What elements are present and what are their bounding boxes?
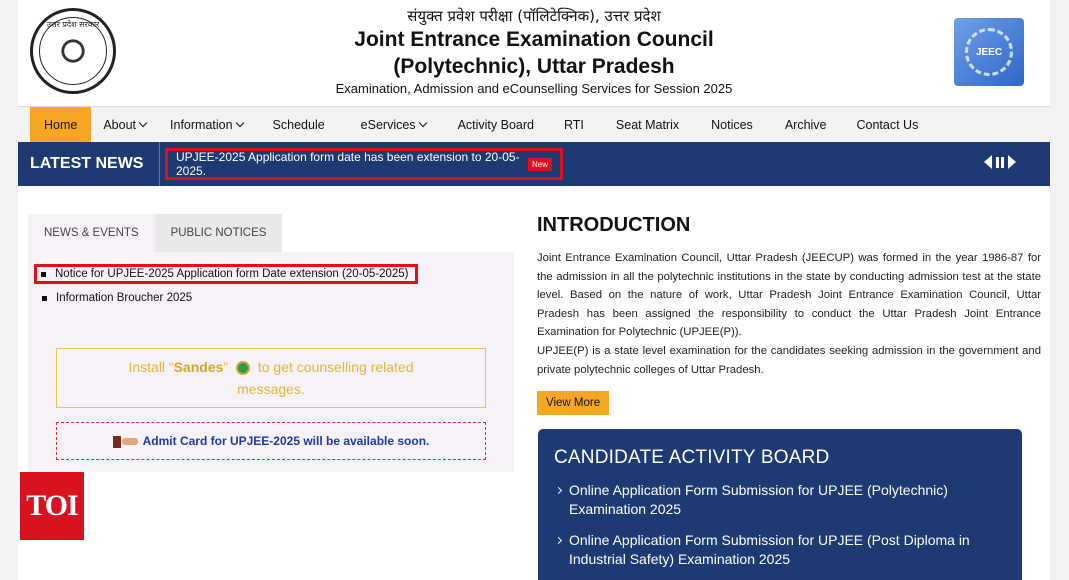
nav-eservices[interactable]: eServices [349, 107, 446, 143]
activity-board-title: CANDIDATE ACTIVITY BOARD [554, 447, 830, 468]
site-title-line2: (Polytechnic), Uttar Pradesh [393, 55, 675, 78]
tab-public-notices[interactable]: PUBLIC NOTICES [154, 214, 283, 252]
hindi-title: संयुक्त प्रवेश परीक्षा (पॉलिटेक्निक), उत… [407, 7, 661, 25]
nav-notices[interactable]: Notices [699, 107, 773, 143]
nav-archive[interactable]: Archive [773, 107, 845, 143]
toi-watermark-logo: TOI [20, 472, 84, 540]
nav-about[interactable]: About [91, 107, 158, 143]
introduction-paragraph-1: Joint Entrance Examination Council, Utta… [537, 252, 1041, 339]
bullet-icon [41, 271, 46, 277]
nav-schedule[interactable]: Schedule [255, 107, 349, 143]
latest-news-bar: LATEST NEWS UPJEE-2025 Application form … [18, 142, 1050, 186]
list-item[interactable]: Online Application Form Submission for U… [554, 531, 1006, 569]
notice-highlight-box: Notice for UPJEE-2025 Application form D… [34, 264, 418, 284]
introduction-section: INTRODUCTION Joint Entrance Examination … [537, 214, 1041, 416]
latest-news-item[interactable]: UPJEE-2025 Application form date has bee… [165, 148, 563, 180]
next-icon[interactable] [1008, 155, 1016, 169]
pointing-hand-icon [112, 434, 139, 448]
nav-information[interactable]: Information [158, 107, 255, 143]
chevron-right-icon [554, 486, 563, 495]
jeec-logo-icon: JEEC [954, 18, 1024, 86]
sandes-app-name: Sandes [173, 359, 224, 375]
candidate-activity-board: CANDIDATE ACTIVITY BOARD Online Applicat… [538, 429, 1022, 580]
nav-contact-us[interactable]: Contact Us [845, 107, 931, 143]
sandes-banner: Install “Sandes” to get counselling rela… [56, 348, 486, 408]
admit-card-text: Admit Card for UPJEE-2025 will be availa… [142, 434, 430, 448]
chevron-down-icon [418, 118, 427, 127]
nav-rti[interactable]: RTI [552, 107, 604, 143]
notice-link[interactable]: Notice for UPJEE-2025 Application form D… [55, 268, 409, 280]
latest-news-label: LATEST NEWS [18, 142, 160, 186]
site-title-block: संयुक्त प्रवेश परीक्षा (पॉलिटेक्निक), उत… [18, 6, 1050, 96]
new-badge: New [527, 157, 552, 171]
latest-news-text: UPJEE-2025 Application form date has bee… [176, 150, 520, 178]
news-controls [984, 155, 1016, 169]
notice-list: Notice for UPJEE-2025 Application form D… [28, 252, 514, 308]
notice-link[interactable]: Information Broucher 2025 [56, 292, 192, 304]
list-item[interactable]: Online Application Form Submission for U… [554, 481, 1006, 519]
chevron-down-icon [138, 118, 148, 127]
pause-icon[interactable] [996, 156, 1004, 168]
nav-home[interactable]: Home [30, 106, 92, 143]
page: उत्तर प्रदेश सरकार संयुक्त प्रवेश परीक्ष… [18, 0, 1050, 580]
introduction-title: INTRODUCTION [537, 214, 691, 236]
chevron-right-icon [554, 536, 563, 545]
list-item[interactable]: Notice for UPJEE-2025 Application form D… [34, 264, 514, 284]
view-more-button[interactable]: View More [537, 391, 610, 416]
main-nav: Home About Information Schedule eService… [18, 106, 1050, 143]
news-panel: NEWS & EVENTS PUBLIC NOTICES Notice for … [28, 214, 514, 472]
tab-news-events[interactable]: NEWS & EVENTS [28, 214, 155, 252]
activity-board-list: Online Application Form Submission for U… [554, 481, 1006, 569]
site-header: उत्तर प्रदेश सरकार संयुक्त प्रवेश परीक्ष… [18, 0, 1050, 106]
site-title-line1: Joint Entrance Examination Council [354, 28, 714, 51]
chevron-down-icon [235, 118, 244, 127]
admit-card-notice[interactable]: Admit Card for UPJEE-2025 will be availa… [56, 422, 486, 460]
nav-activity-board[interactable]: Activity Board [446, 107, 552, 143]
sandes-app-icon [235, 361, 250, 376]
site-subtitle: Examination, Admission and eCounselling … [335, 81, 733, 96]
news-tabs: NEWS & EVENTS PUBLIC NOTICES [28, 214, 514, 252]
nav-seat-matrix[interactable]: Seat Matrix [604, 107, 699, 143]
bullet-icon [42, 295, 47, 301]
list-item[interactable]: Information Broucher 2025 [42, 288, 514, 308]
previous-icon[interactable] [984, 155, 992, 169]
introduction-paragraph-2: UPJEE(P) is a state level examination fo… [537, 344, 1041, 376]
news-panel-body: Notice for UPJEE-2025 Application form D… [28, 252, 514, 472]
jeec-logo-text: JEEC [975, 46, 1003, 58]
